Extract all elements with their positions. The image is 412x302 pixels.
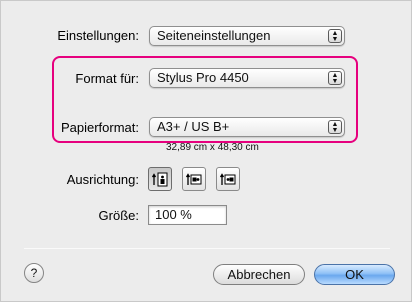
settings-label: Einstellungen: [57,28,139,43]
separator [24,248,390,249]
popup-arrows-icon: ▲ ▼ [328,71,342,85]
portrait-icon [152,172,168,187]
format-for-label: Format für: [75,71,139,86]
scale-label: Größe: [98,208,139,223]
ok-button[interactable]: OK [314,264,395,285]
landscape-icon [186,173,202,185]
page-setup-dialog: Einstellungen: Seiteneinstellungen ▲ ▼ Fo… [0,0,412,302]
popup-arrows-icon: ▲ ▼ [328,29,342,43]
settings-popup-value: Seiteneinstellungen [157,28,271,43]
orientation-portrait-button[interactable] [148,167,172,191]
popup-arrows-icon: ▲ ▼ [328,120,342,134]
paper-dimensions: 32,89 cm x 48,30 cm [166,142,259,153]
settings-popup[interactable]: Seiteneinstellungen ▲ ▼ [149,26,345,46]
scale-field[interactable]: 100 % [148,205,227,225]
paper-size-popup[interactable]: A3+ / US B+ ▲ ▼ [149,117,345,137]
format-for-popup-value: Stylus Pro 4450 [157,70,249,85]
format-for-popup[interactable]: Stylus Pro 4450 ▲ ▼ [149,68,345,88]
orientation-label: Ausrichtung: [66,172,139,187]
orientation-landscape-button[interactable] [182,167,206,191]
reverse-landscape-icon [220,173,236,185]
paper-size-label: Papierformat: [60,120,139,135]
cancel-button[interactable]: Abbrechen [213,264,305,285]
orientation-reverse-landscape-button[interactable] [216,167,240,191]
paper-size-popup-value: A3+ / US B+ [157,119,230,134]
help-button[interactable]: ? [24,263,44,283]
